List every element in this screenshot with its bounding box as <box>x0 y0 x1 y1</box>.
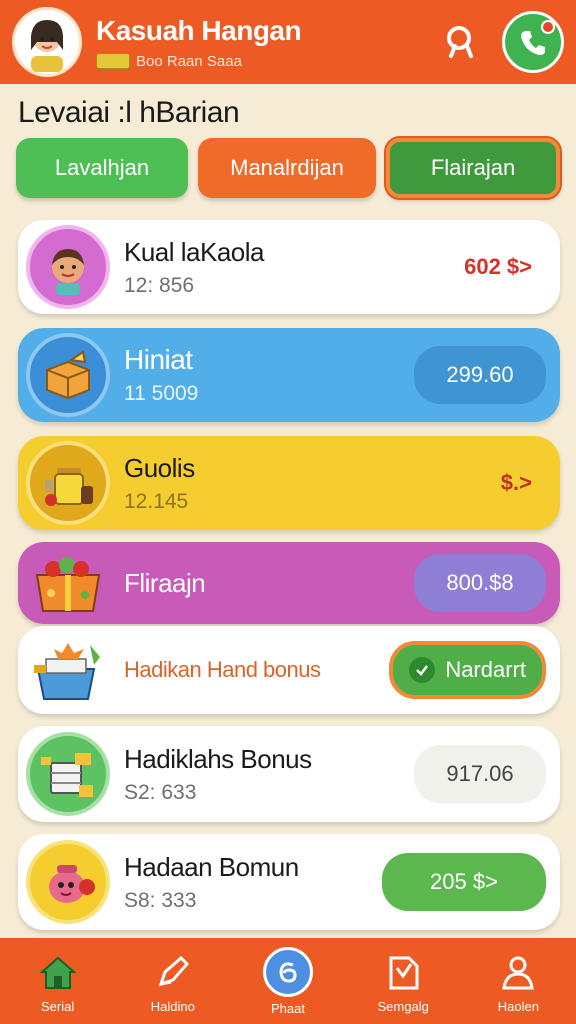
notification-dot <box>541 20 555 34</box>
person-icon <box>495 949 541 995</box>
list-item[interactable]: Hiniat 11 5009 299.60 <box>18 328 560 422</box>
tab-manalrdijan[interactable]: Manalrdijan <box>198 138 376 198</box>
item-value-pill[interactable]: 800.$8 <box>414 554 546 612</box>
list-item[interactable]: Guolis 12.145 $.> <box>18 436 560 530</box>
item-title: Fliraajn <box>124 567 206 598</box>
jar-icon <box>26 441 110 525</box>
page-title: Levaiai :l hBarian <box>18 96 240 129</box>
gift-box-icon <box>26 628 110 712</box>
list-item[interactable]: Hadikan Hand bonus Nardarrt <box>18 626 560 714</box>
nav-item-haolen[interactable]: Haolen <box>470 949 566 1014</box>
item-subtitle: 12: 856 <box>124 273 195 297</box>
item-value: 602 $> <box>464 254 532 279</box>
nav-label: Haolen <box>497 998 539 1014</box>
item-value-pill[interactable]: 917.06 <box>414 745 546 803</box>
nav-item-semgalg[interactable]: Semgalg <box>355 949 451 1014</box>
note-icon <box>380 949 426 995</box>
item-value-pill[interactable]: 205 $> <box>382 853 546 911</box>
app-subtitle: Boo Raan Saaa <box>136 52 242 70</box>
nav-label: Haldino <box>150 998 195 1014</box>
nav-item-haldino[interactable]: Haldino <box>125 949 221 1014</box>
item-subtitle: S2: 633 <box>124 780 197 804</box>
list-item[interactable]: Fliraajn 800.$8 <box>18 542 560 624</box>
parcel-icon <box>26 732 110 816</box>
item-title: Hadiklahs Bonus <box>124 743 312 774</box>
claim-button-label: Nardarrt <box>445 657 526 682</box>
item-title: Guolis <box>124 452 195 483</box>
pot-icon <box>26 840 110 924</box>
check-icon <box>409 657 436 683</box>
item-value-pill[interactable]: 299.60 <box>414 346 546 404</box>
app-title: Kasuah Hangan <box>96 14 302 46</box>
pencil-icon <box>150 949 196 995</box>
item-title: Kual laKaola <box>124 236 265 267</box>
item-subtitle: 11 5009 <box>124 382 199 405</box>
list-item[interactable]: Hadaan Bomun S8: 333 205 $> <box>18 834 560 930</box>
item-title: Hadikan Hand bonus <box>124 657 321 682</box>
child-avatar-icon <box>26 225 110 309</box>
item-value: $.> <box>500 470 532 495</box>
item-subtitle: 12.145 <box>124 489 189 513</box>
item-title: Hiniat <box>124 344 193 375</box>
tab-lavalhjan[interactable]: Lavalhjan <box>16 138 188 198</box>
app-header: Kasuah Hangan Boo Raan Saaa <box>0 0 576 84</box>
search-button[interactable] <box>440 21 482 63</box>
bottom-nav: Serial Haldino Phaat Semgalg Haolen <box>0 938 576 1024</box>
nav-label: Serial <box>40 998 75 1014</box>
item-subtitle: S8: 333 <box>124 888 197 912</box>
nav-label: Semgalg <box>377 998 429 1014</box>
list-item[interactable]: Hadiklahs Bonus S2: 633 917.06 <box>18 726 560 822</box>
call-button[interactable] <box>502 11 564 73</box>
nav-item-phaat[interactable]: Phaat <box>240 946 336 1016</box>
box-icon <box>26 333 110 417</box>
coin-icon <box>262 946 313 997</box>
gift-basket-icon <box>26 541 110 625</box>
badge-icon <box>96 53 130 69</box>
item-title: Hadaan Bomun <box>124 851 299 882</box>
tab-flairajan[interactable]: Flairajan <box>384 136 562 200</box>
list-item[interactable]: Kual laKaola 12: 856 602 $> <box>18 220 560 314</box>
tab-bar: Lavalhjan Manalrdijan Flairajan <box>16 136 562 200</box>
avatar[interactable] <box>12 7 82 77</box>
nav-label: Phaat <box>270 1000 305 1016</box>
home-icon <box>35 949 81 995</box>
claim-button[interactable]: Nardarrt <box>389 641 546 699</box>
nav-item-home[interactable]: Serial <box>10 949 106 1014</box>
search-icon <box>447 26 473 58</box>
